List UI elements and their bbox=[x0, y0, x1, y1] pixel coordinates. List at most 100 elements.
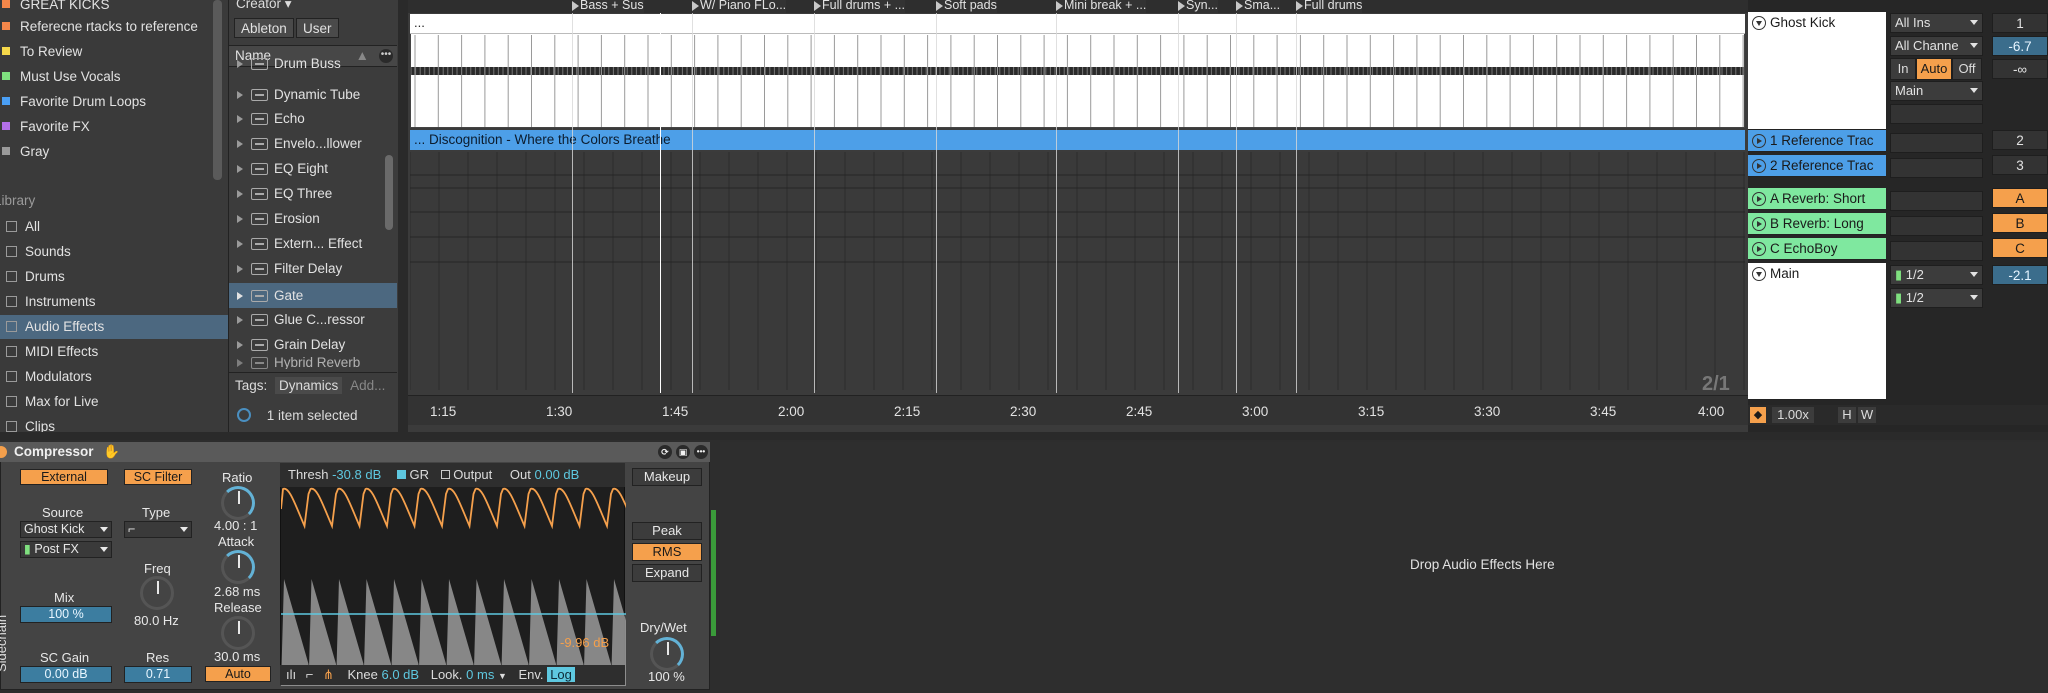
collection-must-use-vocals[interactable]: Must Use Vocals bbox=[0, 64, 215, 89]
makeup-button[interactable]: Makeup bbox=[632, 468, 702, 486]
collection-favorite-drum-loops[interactable]: Favorite Drum Loops bbox=[0, 89, 215, 114]
library-drums[interactable]: Drums bbox=[0, 265, 228, 289]
fold-track-icon[interactable] bbox=[1752, 267, 1766, 281]
device-erosion[interactable]: Erosion bbox=[229, 206, 397, 231]
collection-favorite-fx[interactable]: Favorite FX bbox=[0, 114, 215, 139]
return-c-io[interactable] bbox=[1890, 241, 1983, 261]
compressor-display[interactable] bbox=[280, 463, 626, 686]
lookahead-value[interactable]: 0 ms bbox=[466, 667, 494, 682]
env-log-button[interactable]: Log bbox=[547, 667, 575, 682]
monitor-in-button[interactable]: In bbox=[1890, 58, 1916, 80]
res-value[interactable]: 0.71 bbox=[124, 666, 192, 683]
input-channel-select[interactable]: All Channe bbox=[1890, 36, 1983, 56]
return-letter-b[interactable]: B bbox=[1992, 213, 2048, 233]
device-dynamic-tube[interactable]: Dynamic Tube bbox=[229, 82, 397, 107]
library-instruments[interactable]: Instruments bbox=[0, 290, 228, 314]
follow-icon[interactable]: ◆ bbox=[1750, 407, 1766, 423]
main-volume[interactable]: -2.1 bbox=[1992, 265, 2048, 285]
gr-checkbox[interactable] bbox=[396, 470, 406, 479]
sc-gain-value[interactable]: 0.00 dB bbox=[20, 666, 112, 683]
track-neg-inf[interactable]: -∞ bbox=[1992, 59, 2048, 79]
library-audio-effects[interactable]: Audio Effects bbox=[0, 315, 228, 339]
meter-bars-icon[interactable]: ılı bbox=[286, 667, 296, 682]
monitor-off-button[interactable]: Off bbox=[1952, 58, 1982, 80]
mix-value[interactable]: 100 % bbox=[20, 606, 112, 623]
return-b-io[interactable] bbox=[1890, 216, 1983, 236]
info-icon[interactable] bbox=[237, 408, 251, 422]
track-1-io[interactable] bbox=[1890, 133, 1983, 153]
locator-full-drums-2[interactable]: Full drums bbox=[1296, 0, 1363, 13]
return-b-reverb-long[interactable]: B Reverb: Long bbox=[1748, 213, 1886, 235]
return-a-io[interactable] bbox=[1890, 191, 1983, 211]
locator-piano-flow[interactable]: W/ Piano FLo... bbox=[692, 0, 787, 13]
release-knob[interactable] bbox=[221, 616, 255, 650]
device-grain-delay[interactable]: Grain Delay bbox=[229, 332, 397, 357]
return-c-echoboy[interactable]: C EchoBoy bbox=[1748, 238, 1886, 260]
locator-soft-pads[interactable]: Soft pads bbox=[936, 0, 997, 13]
library-max-for-live[interactable]: Max for Live bbox=[0, 390, 228, 414]
device-drum-buss[interactable]: Drum Buss bbox=[229, 58, 397, 76]
monitor-auto-button[interactable]: Auto bbox=[1916, 58, 1952, 80]
locator-syn[interactable]: Syn... bbox=[1178, 0, 1218, 13]
tag-dynamics[interactable]: Dynamics bbox=[275, 377, 343, 394]
track-number-1[interactable]: 1 bbox=[1992, 13, 2048, 33]
return-a-reverb-short[interactable]: A Reverb: Short bbox=[1748, 188, 1886, 210]
more-options-icon[interactable]: ••• bbox=[694, 445, 708, 459]
w-button[interactable]: W bbox=[1858, 407, 1876, 423]
locator-full-drums-1[interactable]: Full drums + ... bbox=[814, 0, 906, 13]
zoom-value[interactable]: 1.00x bbox=[1772, 407, 1814, 423]
tab-user[interactable]: User bbox=[296, 18, 339, 38]
library-midi-effects[interactable]: MIDI Effects bbox=[0, 340, 228, 364]
rms-button[interactable]: RMS bbox=[632, 543, 702, 561]
track-2-io[interactable] bbox=[1890, 158, 1983, 178]
return-letter-a[interactable]: A bbox=[1992, 188, 2048, 208]
library-clips[interactable]: Clips bbox=[0, 415, 228, 432]
fold-track-icon[interactable] bbox=[1752, 159, 1766, 173]
device-envelope-follower[interactable]: Envelo...llower bbox=[229, 131, 397, 156]
hotswap-icon[interactable]: ⟳ bbox=[658, 445, 672, 459]
return-letter-c[interactable]: C bbox=[1992, 238, 2048, 258]
output-select[interactable]: Main bbox=[1890, 81, 1983, 101]
tag-add[interactable]: Add... bbox=[350, 378, 385, 393]
drop-audio-effects-zone[interactable] bbox=[720, 442, 2048, 690]
compressor-title-bar[interactable]: Compressor ✋ ⟳ ▣ ••• bbox=[0, 442, 710, 462]
creator-filter[interactable]: Creator ▾ bbox=[236, 0, 292, 12]
sc-filter-button[interactable]: SC Filter bbox=[124, 469, 192, 485]
freq-knob[interactable] bbox=[140, 576, 174, 610]
track-number-3[interactable]: 3 bbox=[1992, 155, 2048, 175]
h-button[interactable]: H bbox=[1838, 407, 1856, 423]
device-echo[interactable]: Echo bbox=[229, 106, 397, 131]
output-channel-empty[interactable] bbox=[1890, 104, 1983, 124]
device-external-effect[interactable]: Extern... Effect bbox=[229, 231, 397, 256]
input-type-select[interactable]: All Ins bbox=[1890, 13, 1983, 33]
fold-track-icon[interactable] bbox=[1752, 16, 1766, 30]
fold-track-icon[interactable] bbox=[1752, 192, 1766, 206]
track-ghost-kick[interactable]: Ghost Kick bbox=[1748, 12, 1886, 130]
collection-gray[interactable]: Gray bbox=[0, 139, 215, 164]
fold-track-icon[interactable] bbox=[1752, 134, 1766, 148]
post-fx-select[interactable]: ▮ Post FX bbox=[20, 541, 112, 558]
out-value[interactable]: 0.00 dB bbox=[535, 467, 580, 482]
sidechain-icon[interactable]: ⋔ bbox=[323, 667, 334, 682]
fold-track-icon[interactable] bbox=[1752, 217, 1766, 231]
chevron-down-icon[interactable]: ▼ bbox=[498, 671, 507, 681]
device-eq-three[interactable]: EQ Three bbox=[229, 181, 397, 206]
audio-clip[interactable]: ... Discognition - Where the Colors Brea… bbox=[410, 130, 1745, 150]
track-volume[interactable]: -6.7 bbox=[1992, 36, 2048, 56]
track-number-2[interactable]: 2 bbox=[1992, 130, 2048, 150]
locator-sma[interactable]: Sma... bbox=[1236, 0, 1281, 13]
midi-clip-header[interactable]: ... bbox=[410, 14, 1745, 34]
browser-scrollbar[interactable] bbox=[385, 155, 393, 230]
locator-bass-sus[interactable]: Bass + Sus bbox=[572, 0, 644, 13]
main-out-select-1[interactable]: ▮ 1/2 bbox=[1890, 265, 1983, 285]
tab-ableton[interactable]: Ableton bbox=[234, 18, 294, 38]
device-eq-eight[interactable]: EQ Eight bbox=[229, 156, 397, 181]
device-filter-delay[interactable]: Filter Delay bbox=[229, 256, 397, 281]
knee-value[interactable]: 6.0 dB bbox=[382, 667, 420, 682]
peak-button[interactable]: Peak bbox=[632, 522, 702, 540]
external-button[interactable]: External bbox=[20, 469, 108, 485]
thresh-value[interactable]: -30.8 dB bbox=[332, 467, 381, 482]
attack-knob[interactable] bbox=[221, 550, 255, 584]
device-hybrid-reverb[interactable]: Hybrid Reverb bbox=[229, 357, 397, 369]
drywet-knob[interactable] bbox=[650, 637, 684, 671]
